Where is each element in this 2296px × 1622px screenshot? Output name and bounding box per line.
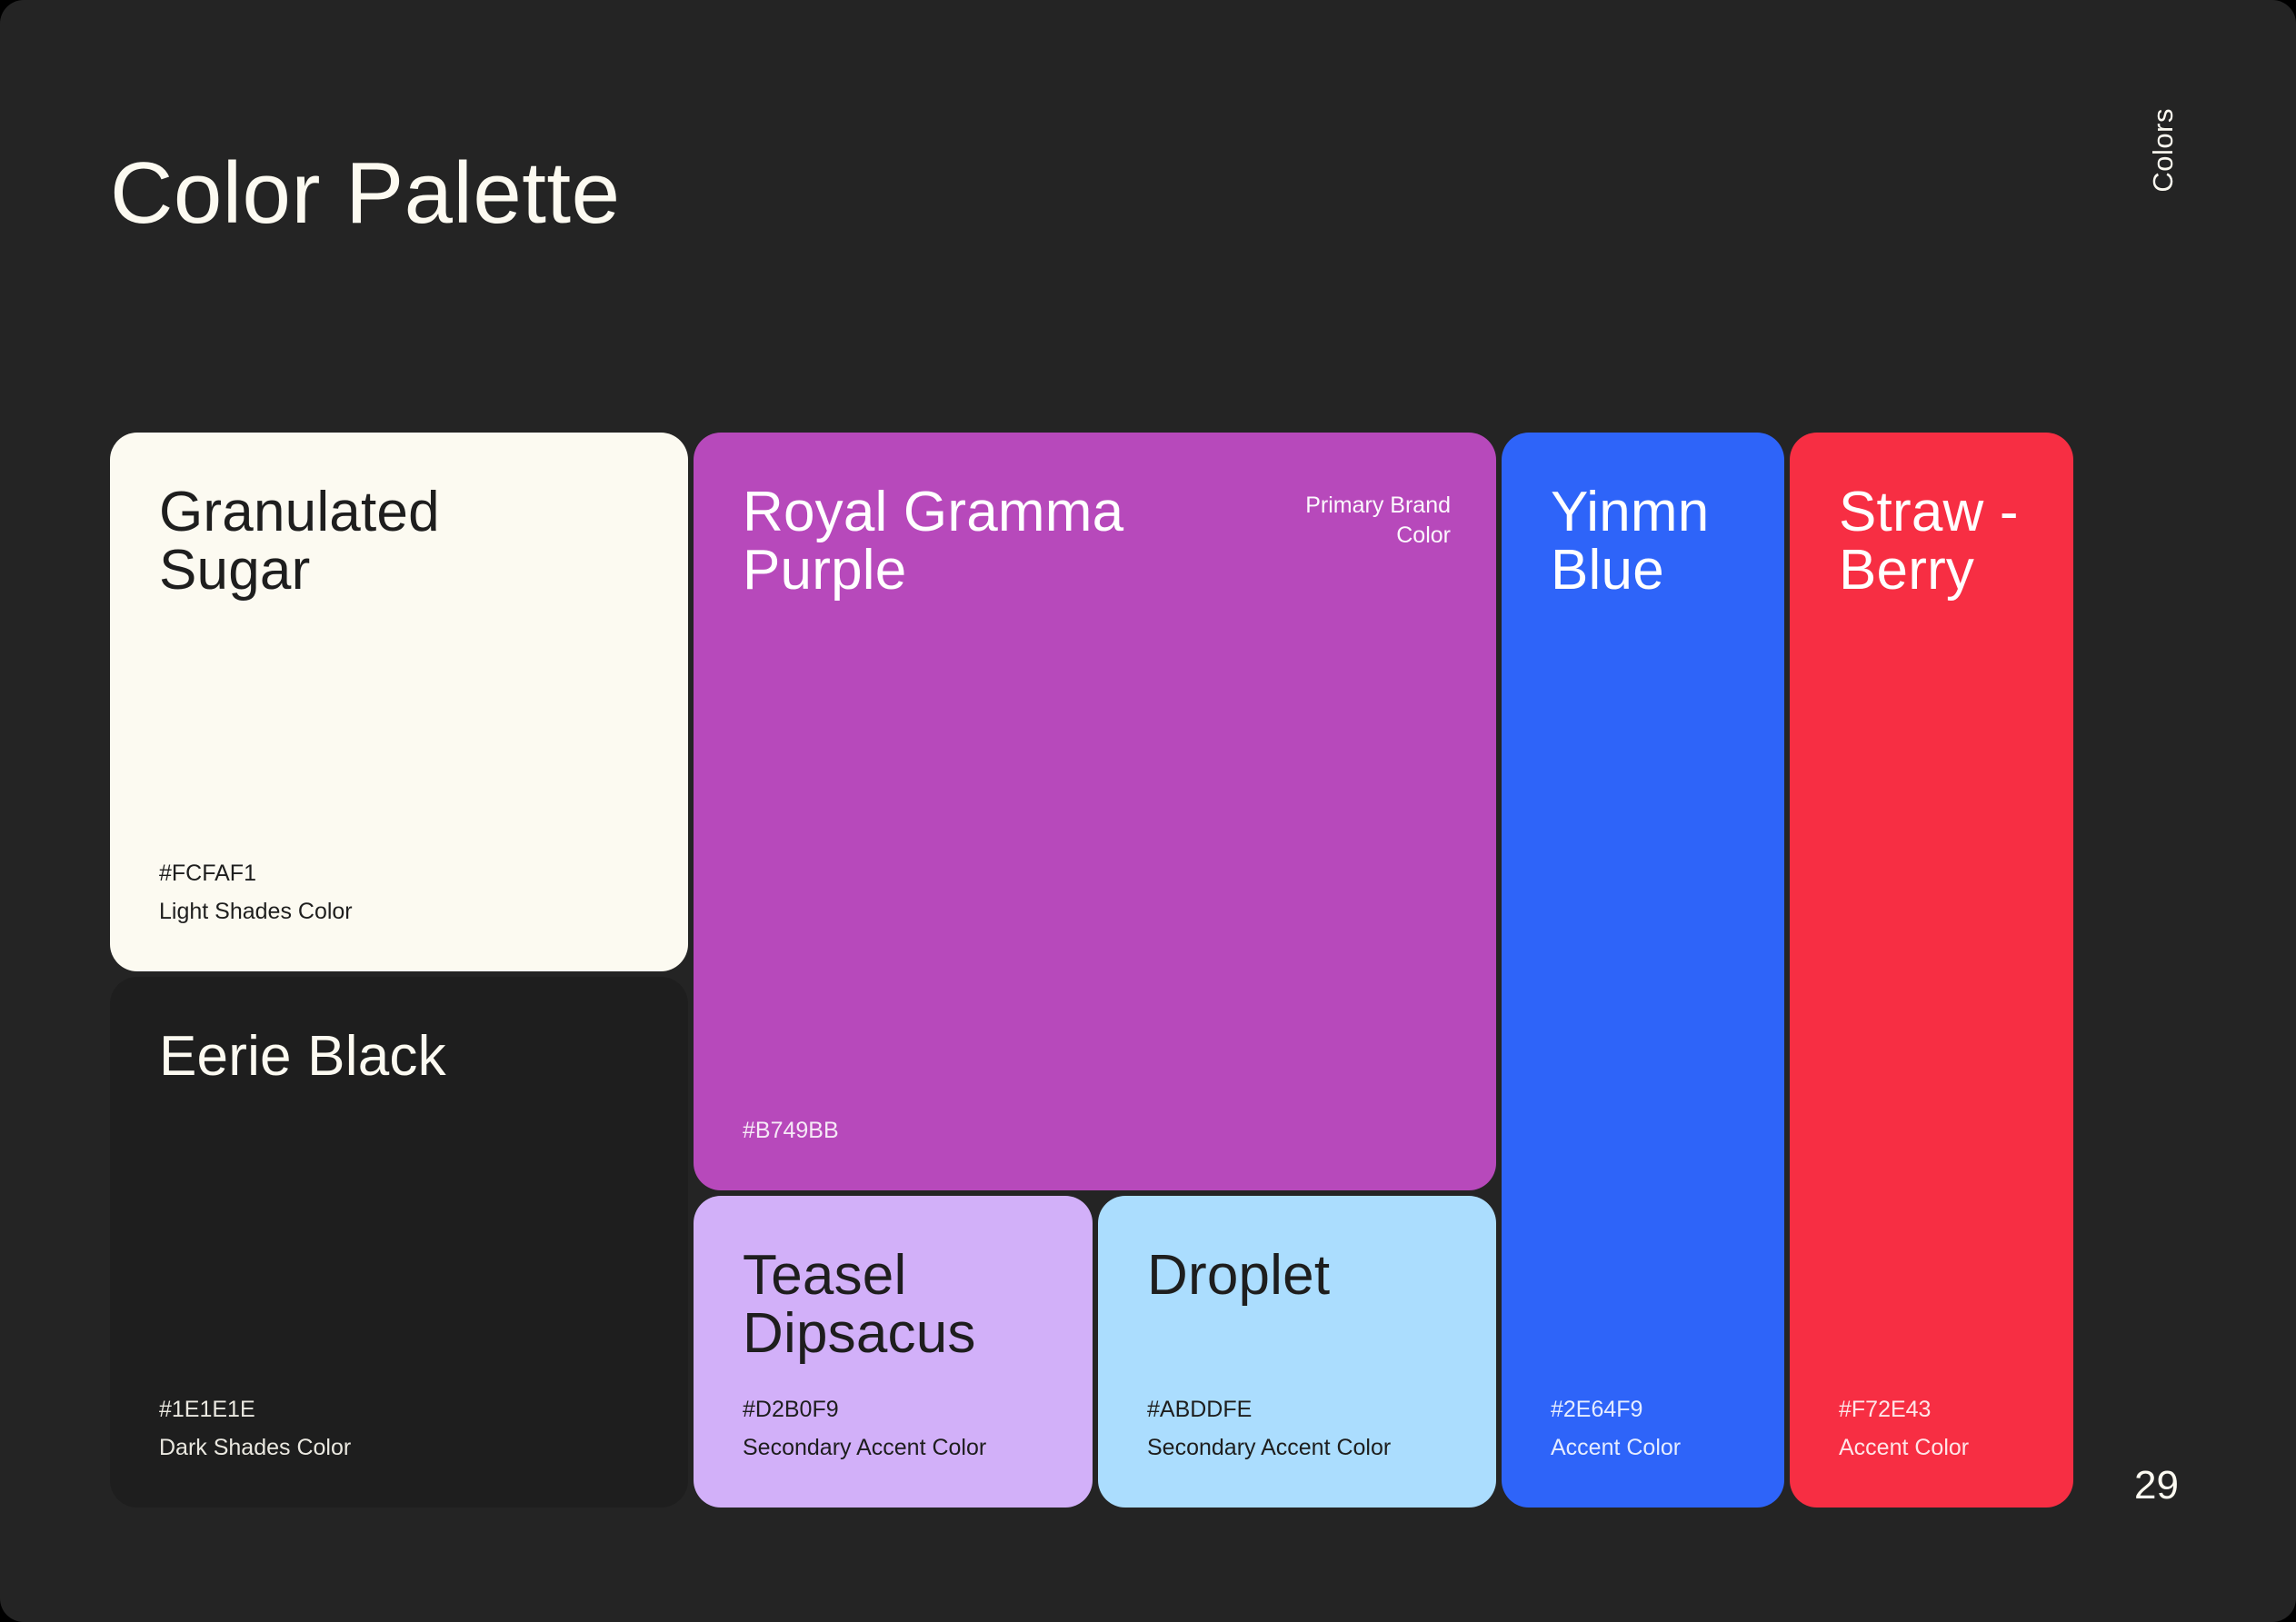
color-role-label: Accent Color (1839, 1432, 2028, 1464)
palette-grid: Granulated Sugar #FCFAF1 Light Shades Co… (110, 433, 2073, 1508)
color-card-yinmn-blue: Yinmn Blue #2E64F9 Accent Color (1502, 433, 1784, 1508)
color-role-label: Secondary Accent Color (1147, 1432, 1451, 1464)
card-header: Royal Gramma Purple Primary Brand Color (743, 483, 1451, 601)
color-name: Granulated Sugar (159, 483, 643, 601)
color-name: Royal Gramma Purple (743, 483, 1123, 601)
color-meta: #2E64F9 Accent Color (1551, 1394, 1739, 1464)
color-meta: #ABDDFE Secondary Accent Color (1147, 1394, 1451, 1464)
color-name: Straw - Berry (1839, 483, 2028, 601)
palette-column-3: Yinmn Blue #2E64F9 Accent Color (1502, 433, 1784, 1508)
color-hex-code: #FCFAF1 (159, 858, 643, 890)
color-name: Eerie Black (159, 1028, 643, 1086)
color-hex-code: #B749BB (743, 1115, 1451, 1147)
section-side-label: Colors (2149, 108, 2177, 193)
color-card-granulated-sugar: Granulated Sugar #FCFAF1 Light Shades Co… (110, 433, 688, 971)
color-role-label: Accent Color (1551, 1432, 1739, 1464)
color-card-straw-berry: Straw - Berry #F72E43 Accent Color (1790, 433, 2073, 1508)
page-number: 29 (2134, 1466, 2179, 1506)
color-card-royal-gramma-purple: Royal Gramma Purple Primary Brand Color … (694, 433, 1496, 1190)
color-name: Yinmn Blue (1551, 483, 1739, 601)
palette-column-1: Granulated Sugar #FCFAF1 Light Shades Co… (110, 433, 688, 1508)
secondary-accent-row: Teasel Dipsacus #D2B0F9 Secondary Accent… (694, 1196, 1496, 1508)
color-hex-code: #F72E43 (1839, 1394, 2028, 1426)
color-meta: #D2B0F9 Secondary Accent Color (743, 1394, 1047, 1464)
color-meta: #FCFAF1 Light Shades Color (159, 858, 643, 928)
color-card-droplet: Droplet #ABDDFE Secondary Accent Color (1098, 1196, 1496, 1508)
palette-column-2: Royal Gramma Purple Primary Brand Color … (694, 433, 1496, 1508)
color-hex-code: #D2B0F9 (743, 1394, 1047, 1426)
slide-canvas: Color Palette Colors Granulated Sugar #F… (0, 0, 2296, 1622)
color-role-label: Light Shades Color (159, 896, 643, 928)
color-meta: #1E1E1E Dark Shades Color (159, 1394, 643, 1464)
color-meta: #B749BB (743, 1115, 1451, 1147)
color-name: Droplet (1147, 1247, 1451, 1305)
color-name: Teasel Dipsacus (743, 1247, 1047, 1364)
primary-brand-badge: Primary Brand Color (1305, 483, 1451, 550)
color-hex-code: #1E1E1E (159, 1394, 643, 1426)
page-title: Color Palette (110, 150, 620, 237)
color-role-label: Secondary Accent Color (743, 1432, 1047, 1464)
color-role-label: Dark Shades Color (159, 1432, 643, 1464)
color-hex-code: #ABDDFE (1147, 1394, 1451, 1426)
color-meta: #F72E43 Accent Color (1839, 1394, 2028, 1464)
color-card-teasel-dipsacus: Teasel Dipsacus #D2B0F9 Secondary Accent… (694, 1196, 1093, 1508)
color-hex-code: #2E64F9 (1551, 1394, 1739, 1426)
color-card-eerie-black: Eerie Black #1E1E1E Dark Shades Color (110, 977, 688, 1508)
palette-column-4: Straw - Berry #F72E43 Accent Color (1790, 433, 2073, 1508)
